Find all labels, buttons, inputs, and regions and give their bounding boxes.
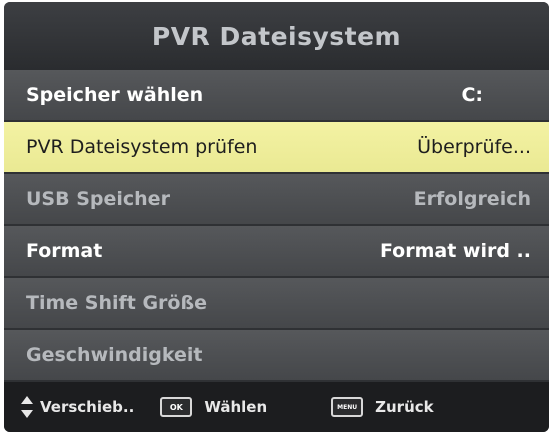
- menu-item-usb-storage[interactable]: USB Speicher Erfolgreich: [4, 174, 549, 224]
- menu-item-label: Format: [26, 240, 103, 262]
- hint-back: MENU Zurück: [331, 397, 434, 417]
- menu-item-label: Time Shift Größe: [26, 292, 208, 314]
- menu-item-label: Speicher wählen: [26, 84, 204, 106]
- pvr-filesystem-dialog: PVR Dateisystem Speicher wählen C: PVR D…: [4, 2, 549, 432]
- hint-back-label: Zurück: [375, 398, 434, 416]
- menu-item-value: Format wird ..: [379, 240, 531, 262]
- menu-item-storage-select[interactable]: Speicher wählen C:: [4, 70, 549, 120]
- hint-ok-label: Wählen: [204, 398, 268, 416]
- menu-item-check-filesystem[interactable]: PVR Dateisystem prüfen Überprüfe...: [4, 122, 549, 172]
- menu-item-value: Erfolgreich: [413, 188, 531, 210]
- hint-move: Verschieb..: [20, 395, 134, 419]
- menu-list: Speicher wählen C: PVR Dateisystem prüfe…: [4, 70, 549, 382]
- hint-move-label: Verschieb..: [40, 398, 135, 416]
- hint-ok: OK Wählen: [160, 397, 267, 417]
- menu-item-label: Geschwindigkeit: [26, 344, 203, 366]
- dialog-title: PVR Dateisystem: [4, 2, 549, 70]
- menu-item-timeshift-size[interactable]: Time Shift Größe: [4, 278, 549, 328]
- menu-item-value: Überprüfe...: [417, 136, 531, 158]
- menu-item-format[interactable]: Format Format wird ..: [4, 226, 549, 276]
- menu-item-speed[interactable]: Geschwindigkeit: [4, 330, 549, 380]
- menu-item-label: USB Speicher: [26, 188, 170, 210]
- menu-item-value: C:: [461, 84, 483, 106]
- menu-key-icon: MENU: [331, 397, 364, 417]
- menu-item-label: PVR Dateisystem prüfen: [26, 136, 258, 158]
- footer-hint-bar: Verschieb.. OK Wählen MENU Zurück: [4, 382, 549, 432]
- ok-key-icon: OK: [160, 397, 193, 417]
- updown-arrows-icon: [21, 396, 33, 418]
